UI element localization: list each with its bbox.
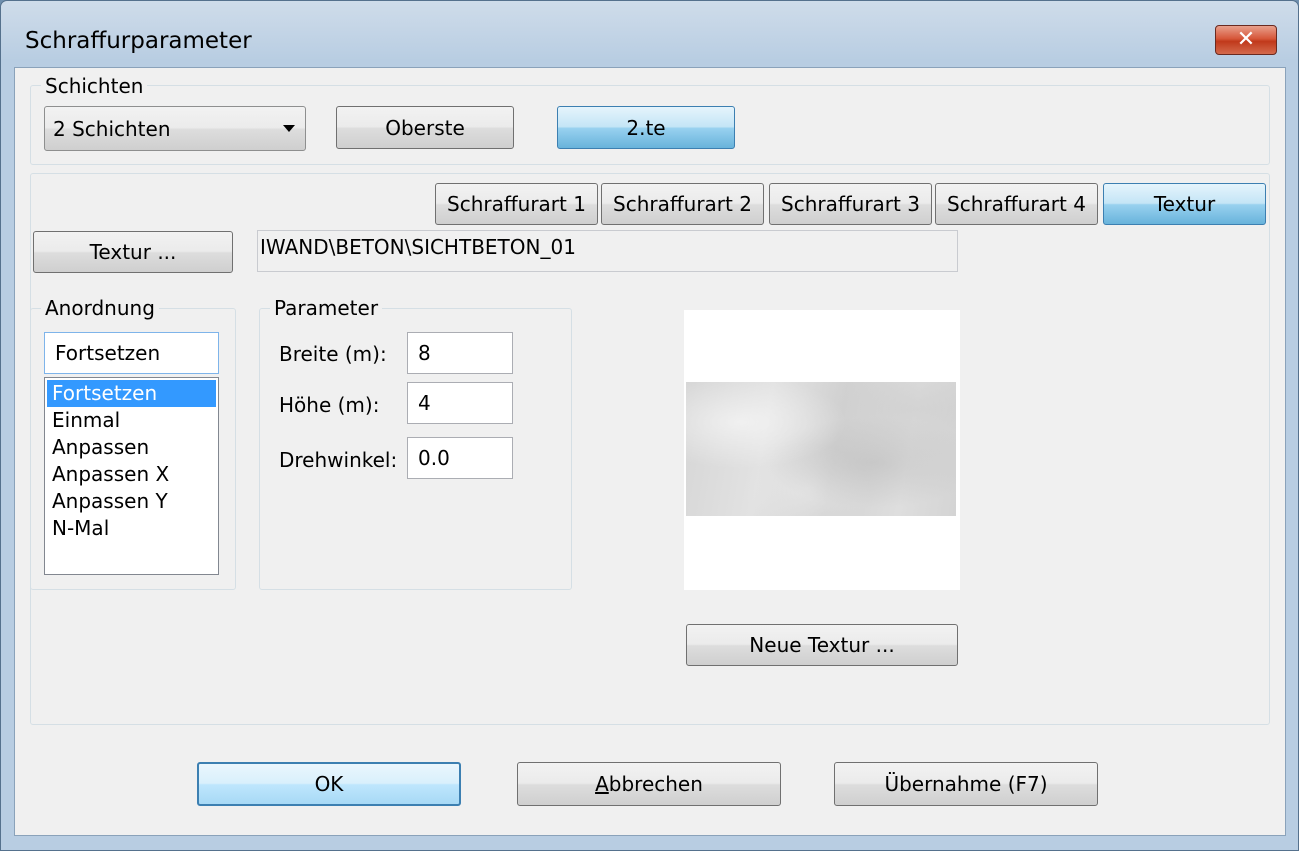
list-item[interactable]: Anpassen Y bbox=[47, 488, 216, 515]
list-item[interactable]: Fortsetzen bbox=[47, 380, 216, 407]
texture-path-field: IWAND\BETON\SICHTBETON_01 bbox=[257, 230, 958, 272]
dialog-client-area: Schichten 2 Schichten Oberste 2.te Schra… bbox=[14, 67, 1286, 836]
texture-path-text: IWAND\BETON\SICHTBETON_01 bbox=[260, 235, 576, 259]
texture-preview bbox=[684, 310, 960, 590]
cancel-button-label: Abbrechen bbox=[595, 772, 703, 796]
chevron-down-icon bbox=[283, 125, 295, 132]
anordnung-input-value: Fortsetzen bbox=[55, 341, 161, 365]
close-button[interactable]: ✕ bbox=[1215, 25, 1277, 55]
apply-button[interactable]: Übernahme (F7) bbox=[834, 762, 1098, 806]
title-bar[interactable]: Schraffurparameter ✕ bbox=[1, 1, 1298, 67]
list-item[interactable]: Einmal bbox=[47, 407, 216, 434]
list-item[interactable]: N-Mal bbox=[47, 515, 216, 542]
dialog-window: Schraffurparameter ✕ Schichten 2 Schicht… bbox=[0, 0, 1299, 851]
anordnung-group-label: Anordnung bbox=[41, 298, 159, 318]
tab-label: Schraffurart 3 bbox=[781, 192, 920, 216]
neue-textur-button[interactable]: Neue Textur ... bbox=[686, 624, 958, 666]
drehwinkel-input[interactable]: 0.0 bbox=[407, 437, 513, 479]
anordnung-input[interactable]: Fortsetzen bbox=[44, 332, 219, 374]
tab-textur[interactable]: Textur bbox=[1103, 183, 1266, 225]
schichten-group-label: Schichten bbox=[41, 76, 148, 96]
tab-label: Textur bbox=[1153, 192, 1216, 216]
drehwinkel-label: Drehwinkel: bbox=[279, 448, 398, 472]
apply-button-label: Übernahme (F7) bbox=[884, 772, 1048, 796]
list-item[interactable]: Anpassen bbox=[47, 434, 216, 461]
breite-label: Breite (m): bbox=[279, 342, 387, 366]
zweite-button-label: 2.te bbox=[626, 115, 666, 140]
oberste-button[interactable]: Oberste bbox=[336, 106, 514, 149]
neue-textur-button-label: Neue Textur ... bbox=[749, 633, 895, 657]
texture-preview-image bbox=[686, 382, 956, 516]
zweite-button[interactable]: 2.te bbox=[557, 106, 735, 149]
textur-button[interactable]: Textur ... bbox=[33, 231, 233, 273]
hoehe-value: 4 bbox=[418, 391, 431, 415]
tab-label: Schraffurart 4 bbox=[947, 192, 1086, 216]
hoehe-label: Höhe (m): bbox=[279, 393, 380, 417]
tab-schraffurart-4[interactable]: Schraffurart 4 bbox=[935, 183, 1098, 225]
hoehe-input[interactable]: 4 bbox=[407, 382, 513, 424]
ok-button[interactable]: OK bbox=[197, 762, 461, 806]
ok-button-label: OK bbox=[314, 772, 344, 796]
oberste-button-label: Oberste bbox=[385, 115, 465, 140]
window-title: Schraffurparameter bbox=[25, 28, 252, 54]
tab-schraffurart-3[interactable]: Schraffurart 3 bbox=[769, 183, 932, 225]
schichten-combo[interactable]: 2 Schichten bbox=[44, 106, 306, 151]
tab-label: Schraffurart 1 bbox=[447, 192, 586, 216]
cancel-button[interactable]: Abbrechen bbox=[517, 762, 781, 806]
drehwinkel-value: 0.0 bbox=[418, 446, 450, 470]
close-icon: ✕ bbox=[1236, 27, 1256, 52]
tab-label: Schraffurart 2 bbox=[613, 192, 752, 216]
breite-value: 8 bbox=[418, 341, 431, 365]
anordnung-listbox[interactable]: Fortsetzen Einmal Anpassen Anpassen X An… bbox=[44, 377, 219, 575]
parameter-group-label: Parameter bbox=[270, 298, 383, 318]
breite-input[interactable]: 8 bbox=[407, 332, 513, 374]
schichten-combo-value: 2 Schichten bbox=[53, 116, 171, 141]
tab-schraffurart-1[interactable]: Schraffurart 1 bbox=[435, 183, 598, 225]
tab-schraffurart-2[interactable]: Schraffurart 2 bbox=[601, 183, 764, 225]
list-item[interactable]: Anpassen X bbox=[47, 461, 216, 488]
textur-button-label: Textur ... bbox=[89, 240, 177, 264]
